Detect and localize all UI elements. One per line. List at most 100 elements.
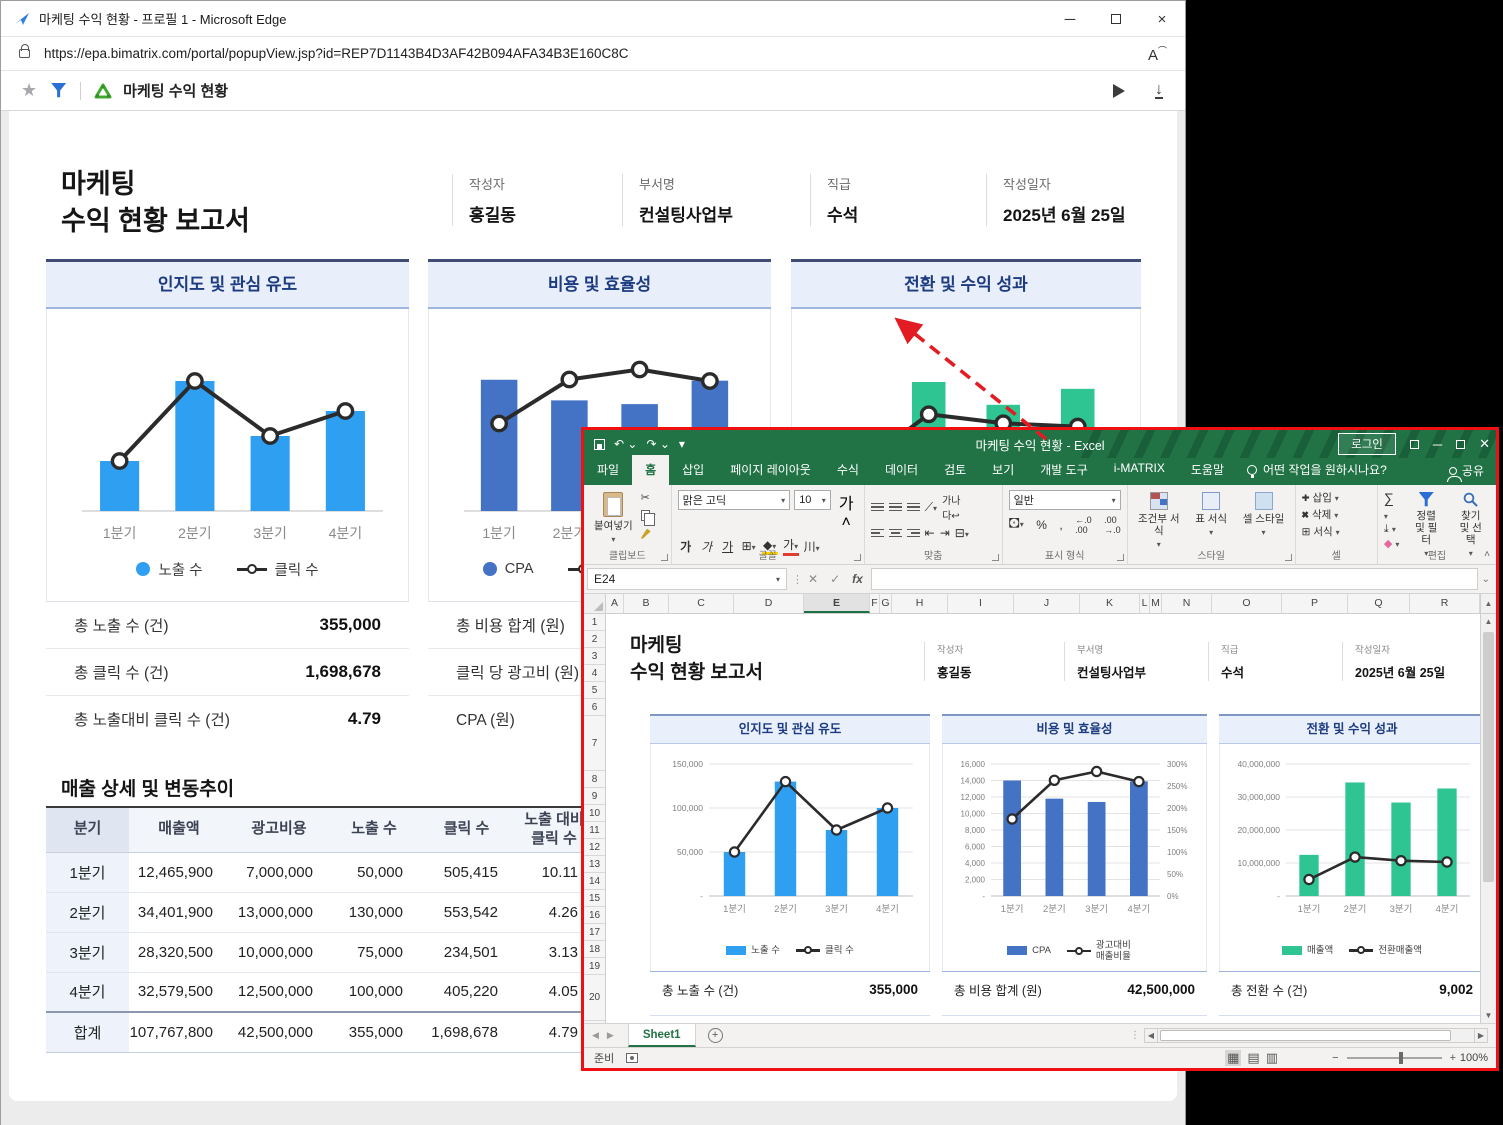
ribbon-tab-삽입[interactable]: 삽입 — [669, 455, 717, 485]
format-as-table-button[interactable]: 표 서식▾ — [1188, 490, 1234, 551]
column-header-D[interactable]: D — [734, 594, 804, 613]
select-all-corner[interactable] — [584, 594, 606, 613]
excel-titlebar[interactable]: ↶ ⌄ ↷ ⌄ ▾ 마케팅 수익 현황 - Excel 로그인 ─ ✕ — [584, 430, 1496, 458]
zoom-slider[interactable] — [1347, 1057, 1442, 1059]
macro-record-icon[interactable] — [626, 1053, 638, 1063]
cut-icon[interactable]: ✂ — [641, 490, 656, 505]
row-header-12[interactable]: 12 — [584, 839, 605, 856]
cancel-icon[interactable]: ✕ — [808, 572, 818, 586]
row-header-1[interactable]: 1 — [584, 614, 605, 631]
hscroll-thumb[interactable] — [1160, 1030, 1451, 1041]
row-header-8[interactable]: 8 — [584, 771, 605, 788]
view-normal-icon[interactable]: ▦ — [1225, 1050, 1241, 1066]
row-header-16[interactable]: 16 — [584, 907, 605, 924]
view-page-layout-icon[interactable]: ▤ — [1247, 1050, 1259, 1066]
increase-decimal-icon[interactable]: ←.0.00 — [1075, 515, 1092, 535]
align-right-icon[interactable] — [907, 527, 920, 540]
decrease-decimal-icon[interactable]: .00→.0 — [1104, 515, 1121, 535]
column-header-C[interactable]: C — [669, 594, 734, 613]
fill-icon[interactable]: ⤓ ▾ — [1384, 523, 1401, 536]
comma-style-icon[interactable]: , — [1059, 518, 1062, 532]
column-header-Q[interactable]: Q — [1348, 594, 1410, 613]
sheet-content[interactable]: 마케팅 수익 현황 보고서 작성자홍길동부서명컨설팅사업부직급수석작성일자202… — [606, 614, 1480, 1023]
zoom-level[interactable]: 100% — [1460, 1052, 1488, 1064]
dialog-launcher-icon[interactable] — [661, 554, 668, 561]
conditional-formatting-button[interactable]: 조건부 서식▾ — [1134, 490, 1184, 551]
row-header-17[interactable]: 17 — [584, 924, 605, 941]
align-top-icon[interactable] — [871, 501, 884, 514]
row-header-20[interactable]: 20 — [584, 975, 605, 1021]
column-header-G[interactable]: G — [880, 594, 892, 613]
dialog-launcher-icon[interactable] — [1285, 554, 1292, 561]
grow-font-icon[interactable]: 가˄ — [835, 490, 858, 532]
column-header-P[interactable]: P — [1282, 594, 1348, 613]
ribbon-tab-도움말[interactable]: 도움말 — [1178, 455, 1237, 485]
row-header-14[interactable]: 14 — [584, 873, 605, 890]
excel-maximize-icon[interactable] — [1456, 437, 1465, 452]
decrease-indent-icon[interactable]: ⇤ — [925, 526, 935, 540]
add-sheet-button[interactable]: + — [708, 1028, 723, 1043]
ribbon-tab-데이터[interactable]: 데이터 — [872, 455, 931, 485]
column-header-J[interactable]: J — [1014, 594, 1080, 613]
column-header-B[interactable]: B — [624, 594, 669, 613]
ribbon-tab-개발 도구[interactable]: 개발 도구 — [1027, 455, 1101, 485]
cell-styles-button[interactable]: 셀 스타일▾ — [1238, 490, 1288, 551]
formula-expand-icon[interactable]: ⌄ — [1482, 574, 1490, 585]
dialog-launcher-icon[interactable] — [1117, 554, 1124, 561]
run-icon[interactable] — [1113, 84, 1125, 98]
tell-me-box[interactable]: 어떤 작업을 원하시나요? — [1247, 461, 1387, 485]
share-button[interactable]: 공유 — [1449, 462, 1484, 479]
scroll-down-icon[interactable]: ▼ — [1481, 1008, 1496, 1023]
row-header-15[interactable]: 15 — [584, 890, 605, 907]
vertical-scrollbar[interactable]: ▲ ▼ — [1480, 614, 1496, 1023]
ribbon-tab-i-MATRIX[interactable]: i-MATRIX — [1101, 455, 1178, 485]
column-header-I[interactable]: I — [948, 594, 1014, 613]
row-header-3[interactable]: 3 — [584, 648, 605, 665]
sheet-tab[interactable]: Sheet1 — [628, 1024, 696, 1047]
collapse-ribbon-icon[interactable]: ˄ — [1484, 549, 1490, 560]
column-header-O[interactable]: O — [1212, 594, 1282, 613]
format-painter-icon[interactable] — [641, 526, 656, 541]
ribbon-tab-수식[interactable]: 수식 — [824, 455, 872, 485]
row-header-11[interactable]: 11 — [584, 822, 605, 839]
column-header-A[interactable]: A — [606, 594, 624, 613]
column-header-H[interactable]: H — [892, 594, 948, 613]
align-bottom-icon[interactable] — [907, 501, 920, 514]
row-header-4[interactable]: 4 — [584, 665, 605, 682]
align-left-icon[interactable] — [871, 527, 884, 540]
zoom-in-icon[interactable]: + — [1450, 1052, 1456, 1064]
login-button[interactable]: 로그인 — [1338, 433, 1396, 455]
url-text[interactable]: https://epa.bimatrix.com/portal/popupVie… — [44, 46, 628, 61]
font-size-select[interactable]: 10▾ — [794, 490, 831, 510]
ribbon-tab-페이지 레이아웃[interactable]: 페이지 레이아웃 — [717, 455, 824, 485]
zoom-thumb[interactable] — [1399, 1052, 1403, 1064]
column-header-R[interactable]: R — [1410, 594, 1480, 613]
scroll-left-icon[interactable]: ◀ — [1144, 1028, 1158, 1043]
browser-minimize-icon[interactable]: ─ — [1047, 1, 1093, 37]
name-box[interactable]: E24▾ — [587, 568, 787, 590]
accounting-format-icon[interactable]: 🖸▾ — [1009, 514, 1024, 535]
row-header-9[interactable]: 9 — [584, 788, 605, 805]
dialog-launcher-icon[interactable] — [854, 554, 861, 561]
insert-function-icon[interactable]: fx — [852, 572, 863, 586]
excel-minimize-icon[interactable]: ─ — [1433, 437, 1442, 452]
insert-cells-button[interactable]: 🞦 삽입 ▾ — [1302, 490, 1371, 505]
read-aloud-icon[interactable]: A⌒ — [1148, 44, 1167, 64]
ribbon-tab-검토[interactable]: 검토 — [931, 455, 979, 485]
align-center-icon[interactable] — [889, 527, 902, 540]
autosum-icon[interactable]: ∑ ▾ — [1384, 490, 1401, 522]
row-header-6[interactable]: 6 — [584, 699, 605, 716]
row-header-18[interactable]: 18 — [584, 941, 605, 958]
row-header-10[interactable]: 10 — [584, 805, 605, 822]
percent-style-icon[interactable]: % — [1036, 518, 1047, 532]
column-header-M[interactable]: M — [1150, 594, 1162, 613]
ribbon-tab-보기[interactable]: 보기 — [979, 455, 1027, 485]
sheet-next-icon[interactable]: ▶ — [607, 1030, 614, 1041]
sheet-prev-icon[interactable]: ◀ — [592, 1030, 599, 1041]
scroll-right-icon[interactable]: ▶ — [1474, 1028, 1488, 1043]
zoom-out-icon[interactable]: − — [1332, 1052, 1338, 1064]
view-page-break-icon[interactable]: ▥ — [1266, 1050, 1278, 1066]
row-header-19[interactable]: 19 — [584, 958, 605, 975]
ribbon-display-icon[interactable] — [1410, 437, 1419, 452]
dialog-launcher-icon[interactable] — [992, 554, 999, 561]
